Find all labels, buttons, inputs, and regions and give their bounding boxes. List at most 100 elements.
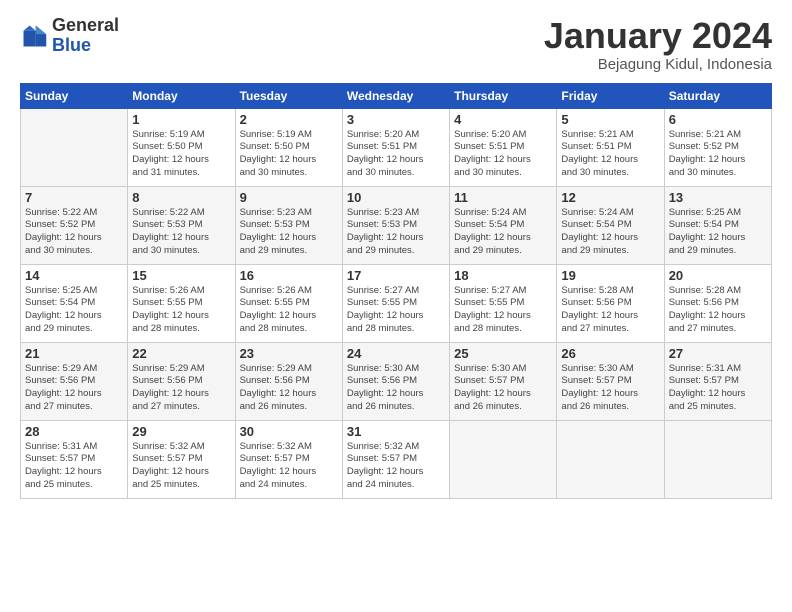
day-number: 7 [25,190,123,205]
calendar-week-3: 14Sunrise: 5:25 AMSunset: 5:54 PMDayligh… [21,264,772,342]
calendar-cell: 11 Sunrise: 5:24 AMSunset: 5:54 PMDayligh… [450,186,557,264]
day-number: 28 [25,424,123,439]
header-row-days: Sunday Monday Tuesday Wednesday Thursday… [21,83,772,108]
day-info: Sunrise: 5:21 AMSunset: 5:51 PMDaylight:… [561,129,659,180]
logo-blue: Blue [52,36,119,56]
calendar-cell: 29 Sunrise: 5:32 AMSunset: 5:57 PMDayligh… [128,420,235,498]
logo: General Blue [20,16,119,56]
calendar-cell: 31Sunrise: 5:32 AMSunset: 5:57 PMDayligh… [342,420,449,498]
day-info: Sunrise: 5:20 AMSunset: 5:51 PMDaylight:… [454,129,552,180]
header-row: General Blue January 2024 Bejagung Kidul… [20,16,772,73]
day-number: 9 [240,190,338,205]
day-number: 29 [132,424,230,439]
title-block: January 2024 Bejagung Kidul, Indonesia [544,16,772,73]
day-number: 15 [132,268,230,283]
day-number: 30 [240,424,338,439]
main-container: General Blue January 2024 Bejagung Kidul… [0,0,792,509]
day-info: Sunrise: 5:29 AMSunset: 5:56 PMDaylight:… [132,363,230,414]
day-info: Sunrise: 5:31 AMSunset: 5:57 PMDaylight:… [669,363,767,414]
calendar-week-2: 7 Sunrise: 5:22 AMSunset: 5:52 PMDaylight… [21,186,772,264]
calendar-cell: 21Sunrise: 5:29 AMSunset: 5:56 PMDayligh… [21,342,128,420]
col-saturday: Saturday [664,83,771,108]
day-number: 3 [347,112,445,127]
calendar-cell: 19 Sunrise: 5:28 AMSunset: 5:56 PMDayligh… [557,264,664,342]
logo-text: General Blue [52,16,119,56]
day-info: Sunrise: 5:30 AMSunset: 5:57 PMDaylight:… [454,363,552,414]
day-number: 13 [669,190,767,205]
day-info: Sunrise: 5:22 AMSunset: 5:53 PMDaylight:… [132,207,230,258]
calendar-cell: 26 Sunrise: 5:30 AMSunset: 5:57 PMDayligh… [557,342,664,420]
day-number: 19 [561,268,659,283]
calendar-cell: 13 Sunrise: 5:25 AMSunset: 5:54 PMDayligh… [664,186,771,264]
day-number: 18 [454,268,552,283]
calendar-cell [21,108,128,186]
day-number: 22 [132,346,230,361]
day-number: 23 [240,346,338,361]
calendar-cell [557,420,664,498]
col-friday: Friday [557,83,664,108]
col-tuesday: Tuesday [235,83,342,108]
day-number: 24 [347,346,445,361]
col-wednesday: Wednesday [342,83,449,108]
logo-icon [20,22,48,50]
day-info: Sunrise: 5:24 AMSunset: 5:54 PMDaylight:… [561,207,659,258]
day-number: 4 [454,112,552,127]
day-info: Sunrise: 5:25 AMSunset: 5:54 PMDaylight:… [669,207,767,258]
calendar-cell: 16 Sunrise: 5:26 AMSunset: 5:55 PMDayligh… [235,264,342,342]
col-sunday: Sunday [21,83,128,108]
day-info: Sunrise: 5:31 AMSunset: 5:57 PMDaylight:… [25,441,123,492]
day-number: 2 [240,112,338,127]
day-info: Sunrise: 5:27 AMSunset: 5:55 PMDaylight:… [347,285,445,336]
day-number: 1 [132,112,230,127]
calendar-cell: 4 Sunrise: 5:20 AMSunset: 5:51 PMDaylight… [450,108,557,186]
calendar-week-5: 28 Sunrise: 5:31 AMSunset: 5:57 PMDayligh… [21,420,772,498]
calendar-week-1: 1Sunrise: 5:19 AMSunset: 5:50 PMDaylight… [21,108,772,186]
day-info: Sunrise: 5:29 AMSunset: 5:56 PMDaylight:… [25,363,123,414]
location-subtitle: Bejagung Kidul, Indonesia [544,56,772,73]
day-info: Sunrise: 5:22 AMSunset: 5:52 PMDaylight:… [25,207,123,258]
day-info: Sunrise: 5:21 AMSunset: 5:52 PMDaylight:… [669,129,767,180]
calendar-cell: 20 Sunrise: 5:28 AMSunset: 5:56 PMDayligh… [664,264,771,342]
day-info: Sunrise: 5:32 AMSunset: 5:57 PMDaylight:… [240,441,338,492]
calendar-cell: 18 Sunrise: 5:27 AMSunset: 5:55 PMDayligh… [450,264,557,342]
day-number: 31 [347,424,445,439]
day-info: Sunrise: 5:25 AMSunset: 5:54 PMDaylight:… [25,285,123,336]
day-info: Sunrise: 5:26 AMSunset: 5:55 PMDaylight:… [132,285,230,336]
col-thursday: Thursday [450,83,557,108]
day-number: 17 [347,268,445,283]
day-number: 27 [669,346,767,361]
calendar-cell: 15 Sunrise: 5:26 AMSunset: 5:55 PMDayligh… [128,264,235,342]
calendar-cell: 17 Sunrise: 5:27 AMSunset: 5:55 PMDayligh… [342,264,449,342]
logo-general: General [52,16,119,36]
day-info: Sunrise: 5:28 AMSunset: 5:56 PMDaylight:… [669,285,767,336]
day-number: 25 [454,346,552,361]
calendar-cell: 6Sunrise: 5:21 AMSunset: 5:52 PMDaylight… [664,108,771,186]
calendar-cell: 24Sunrise: 5:30 AMSunset: 5:56 PMDayligh… [342,342,449,420]
day-number: 20 [669,268,767,283]
day-info: Sunrise: 5:20 AMSunset: 5:51 PMDaylight:… [347,129,445,180]
calendar-cell [450,420,557,498]
day-number: 16 [240,268,338,283]
calendar-week-4: 21Sunrise: 5:29 AMSunset: 5:56 PMDayligh… [21,342,772,420]
calendar-cell: 28 Sunrise: 5:31 AMSunset: 5:57 PMDayligh… [21,420,128,498]
day-info: Sunrise: 5:24 AMSunset: 5:54 PMDaylight:… [454,207,552,258]
col-monday: Monday [128,83,235,108]
day-info: Sunrise: 5:23 AMSunset: 5:53 PMDaylight:… [240,207,338,258]
day-info: Sunrise: 5:26 AMSunset: 5:55 PMDaylight:… [240,285,338,336]
day-number: 11 [454,190,552,205]
calendar-cell: 22 Sunrise: 5:29 AMSunset: 5:56 PMDayligh… [128,342,235,420]
calendar-cell: 23Sunrise: 5:29 AMSunset: 5:56 PMDayligh… [235,342,342,420]
calendar-table: Sunday Monday Tuesday Wednesday Thursday… [20,83,772,499]
day-info: Sunrise: 5:27 AMSunset: 5:55 PMDaylight:… [454,285,552,336]
calendar-cell: 14Sunrise: 5:25 AMSunset: 5:54 PMDayligh… [21,264,128,342]
calendar-cell: 9 Sunrise: 5:23 AMSunset: 5:53 PMDaylight… [235,186,342,264]
day-info: Sunrise: 5:28 AMSunset: 5:56 PMDaylight:… [561,285,659,336]
month-title: January 2024 [544,16,772,56]
day-number: 8 [132,190,230,205]
day-info: Sunrise: 5:32 AMSunset: 5:57 PMDaylight:… [132,441,230,492]
day-number: 5 [561,112,659,127]
day-number: 12 [561,190,659,205]
day-info: Sunrise: 5:23 AMSunset: 5:53 PMDaylight:… [347,207,445,258]
day-info: Sunrise: 5:30 AMSunset: 5:57 PMDaylight:… [561,363,659,414]
day-number: 26 [561,346,659,361]
